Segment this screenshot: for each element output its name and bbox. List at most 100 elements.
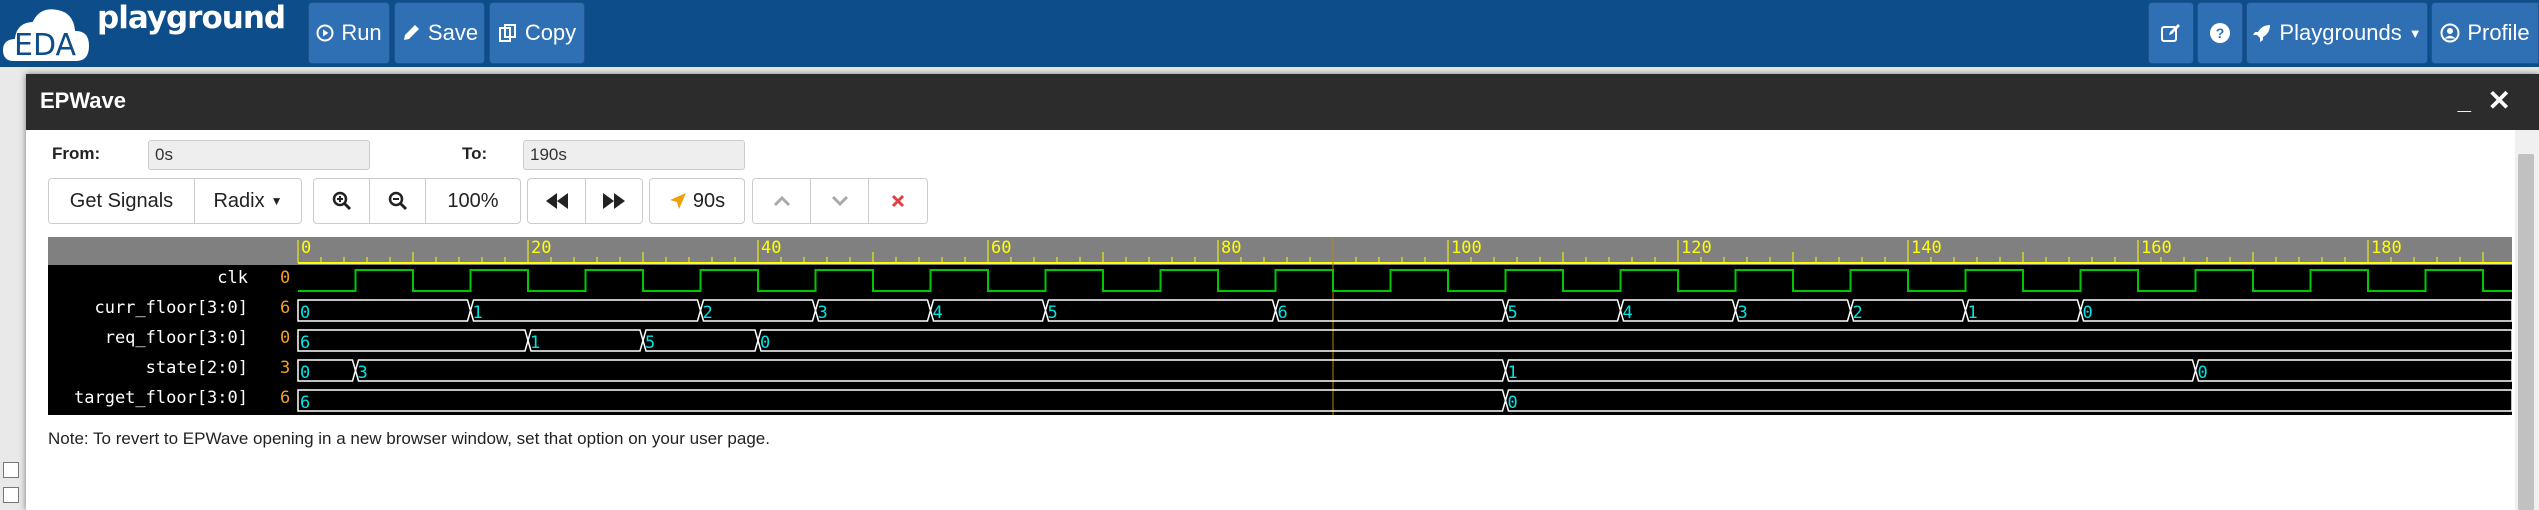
waveform-viewer[interactable]: clk 0 curr_floor[3:0] 6 req_floor[3:0] 0…	[48, 237, 2512, 415]
curr_floor-value-label: 4	[1623, 303, 1633, 323]
pencil-icon	[403, 25, 419, 40]
curr_floor-value-label: 4	[933, 303, 943, 323]
svg-text:?: ?	[2216, 25, 2225, 41]
copy-label: Copy	[524, 20, 577, 45]
curr_floor-segment	[469, 299, 702, 322]
signals-group: Get Signals Radix ▼	[48, 178, 302, 224]
req_floor-segment	[642, 329, 759, 352]
state-segment	[2194, 359, 2512, 382]
forward-icon	[603, 193, 625, 209]
req_floor-value-label: 1	[530, 333, 540, 353]
curr_floor-value-label: 2	[703, 303, 713, 323]
zoom-group: 100%	[313, 178, 521, 224]
zoom-out-icon	[388, 191, 407, 211]
question-circle-icon: ?	[2210, 23, 2230, 43]
vertical-scrollbar[interactable]	[2515, 130, 2539, 510]
chevron-up-icon	[773, 195, 790, 207]
move-up-button[interactable]	[753, 179, 811, 223]
zoom-level[interactable]: 100%	[426, 179, 520, 223]
curr_floor-segment	[1274, 299, 1507, 322]
ruler-tick-label: 180	[2371, 238, 2402, 258]
marker-time: 90s	[692, 189, 726, 212]
edit-button[interactable]	[2148, 2, 2194, 64]
ruler-tick-label: 100	[1451, 238, 1482, 258]
curr_floor-value-label: 0	[2083, 303, 2093, 323]
target_floor-segment	[297, 389, 1507, 412]
get-signals-button[interactable]: Get Signals	[49, 179, 195, 223]
zoom-in-icon	[332, 191, 351, 211]
state-value-label: 0	[300, 363, 310, 383]
ruler-tick-label: 60	[991, 238, 1011, 258]
req_floor-value-label: 5	[645, 333, 655, 353]
location-arrow-icon	[669, 193, 686, 209]
logo-text: EDA	[14, 28, 77, 63]
signal-order-group	[752, 178, 928, 224]
move-down-button[interactable]	[811, 179, 869, 223]
ruler-tick-label: 40	[761, 238, 781, 258]
req_floor-value-label: 6	[300, 333, 310, 353]
save-label: Save	[427, 20, 479, 45]
next-edge-button[interactable]	[586, 179, 642, 223]
curr_floor-segment	[699, 299, 817, 322]
curr_floor-value-label: 1	[1968, 303, 1978, 323]
profile-label: Profile	[2467, 20, 2530, 45]
state-value-label: 1	[1508, 363, 1518, 383]
curr_floor-value-label: 0	[300, 303, 310, 323]
from-input[interactable]: 0s	[148, 140, 370, 170]
clk-waveform	[298, 269, 2512, 292]
minimize-button[interactable]: _	[2458, 88, 2471, 116]
copy-button[interactable]: Copy	[489, 2, 585, 64]
profile-button[interactable]: Profile	[2431, 2, 2539, 64]
target_floor-segment	[1504, 389, 2512, 412]
state-value-label: 0	[2198, 363, 2208, 383]
curr_floor-segment	[1964, 299, 2082, 322]
to-input[interactable]: 190s	[523, 140, 745, 170]
play-circle-icon	[316, 24, 334, 42]
scrollbar-thumb[interactable]	[2518, 154, 2534, 510]
req_floor-segment	[297, 329, 529, 352]
ruler-tick-label: 120	[1681, 238, 1712, 258]
state-value-label: 3	[358, 363, 368, 383]
waveform-canvas: 0 20 40 60 80 100 120 140 160 1800 1 2 3 4 5 6 5 4 3 2 1 06 1 5…	[297, 237, 2512, 415]
ruler-tick-label: 20	[531, 238, 551, 258]
curr_floor-segment	[1619, 299, 1737, 322]
remove-signal-button[interactable]	[869, 179, 927, 223]
curr_floor-segment	[2079, 299, 2512, 322]
run-label: Run	[341, 20, 382, 45]
req_floor-value-label: 0	[760, 333, 770, 353]
target_floor-value-label: 6	[300, 393, 310, 413]
playgrounds-dropdown[interactable]: Playgrounds ▼	[2246, 2, 2428, 64]
radix-dropdown[interactable]: Radix ▼	[195, 179, 301, 223]
curr_floor-value-label: 3	[1738, 303, 1748, 323]
run-button[interactable]: Run	[308, 2, 390, 64]
background-checkbox[interactable]	[3, 487, 19, 503]
brand-name: playground	[97, 0, 286, 36]
caret-down-icon: ▼	[270, 194, 283, 208]
save-button[interactable]: Save	[394, 2, 485, 64]
help-button[interactable]: ?	[2197, 2, 2243, 64]
radix-label: Radix	[213, 189, 265, 212]
previous-edge-button[interactable]	[528, 179, 586, 223]
eda-playground-logo[interactable]: EDA playground	[0, 0, 286, 67]
curr_floor-segment	[929, 299, 1047, 322]
curr_floor-value-label: 5	[1048, 303, 1058, 323]
top-navbar: EDA playground Run Save Copy ? Playgroun…	[0, 0, 2539, 67]
zoom-out-button[interactable]	[370, 179, 426, 223]
ruler-tick-label: 0	[301, 238, 311, 258]
curr_floor-segment	[1849, 299, 1967, 322]
rocket-icon	[2253, 25, 2271, 42]
close-button[interactable]: ✕	[2488, 84, 2511, 117]
marker-time-button[interactable]: 90s	[650, 179, 744, 223]
zoom-in-button[interactable]	[314, 179, 370, 223]
edit-square-icon	[2161, 24, 2180, 42]
marker-group: 90s	[649, 178, 745, 224]
curr_floor-segment	[1734, 299, 1852, 322]
state-segment	[1504, 359, 2197, 382]
curr_floor-segment	[1044, 299, 1277, 322]
background-checkbox[interactable]	[3, 462, 19, 478]
remove-x-icon	[891, 194, 905, 208]
curr_floor-value-label: 6	[1278, 303, 1288, 323]
req_floor-segment	[757, 329, 2512, 352]
from-label: From:	[52, 144, 101, 163]
chevron-down-icon	[831, 195, 848, 207]
